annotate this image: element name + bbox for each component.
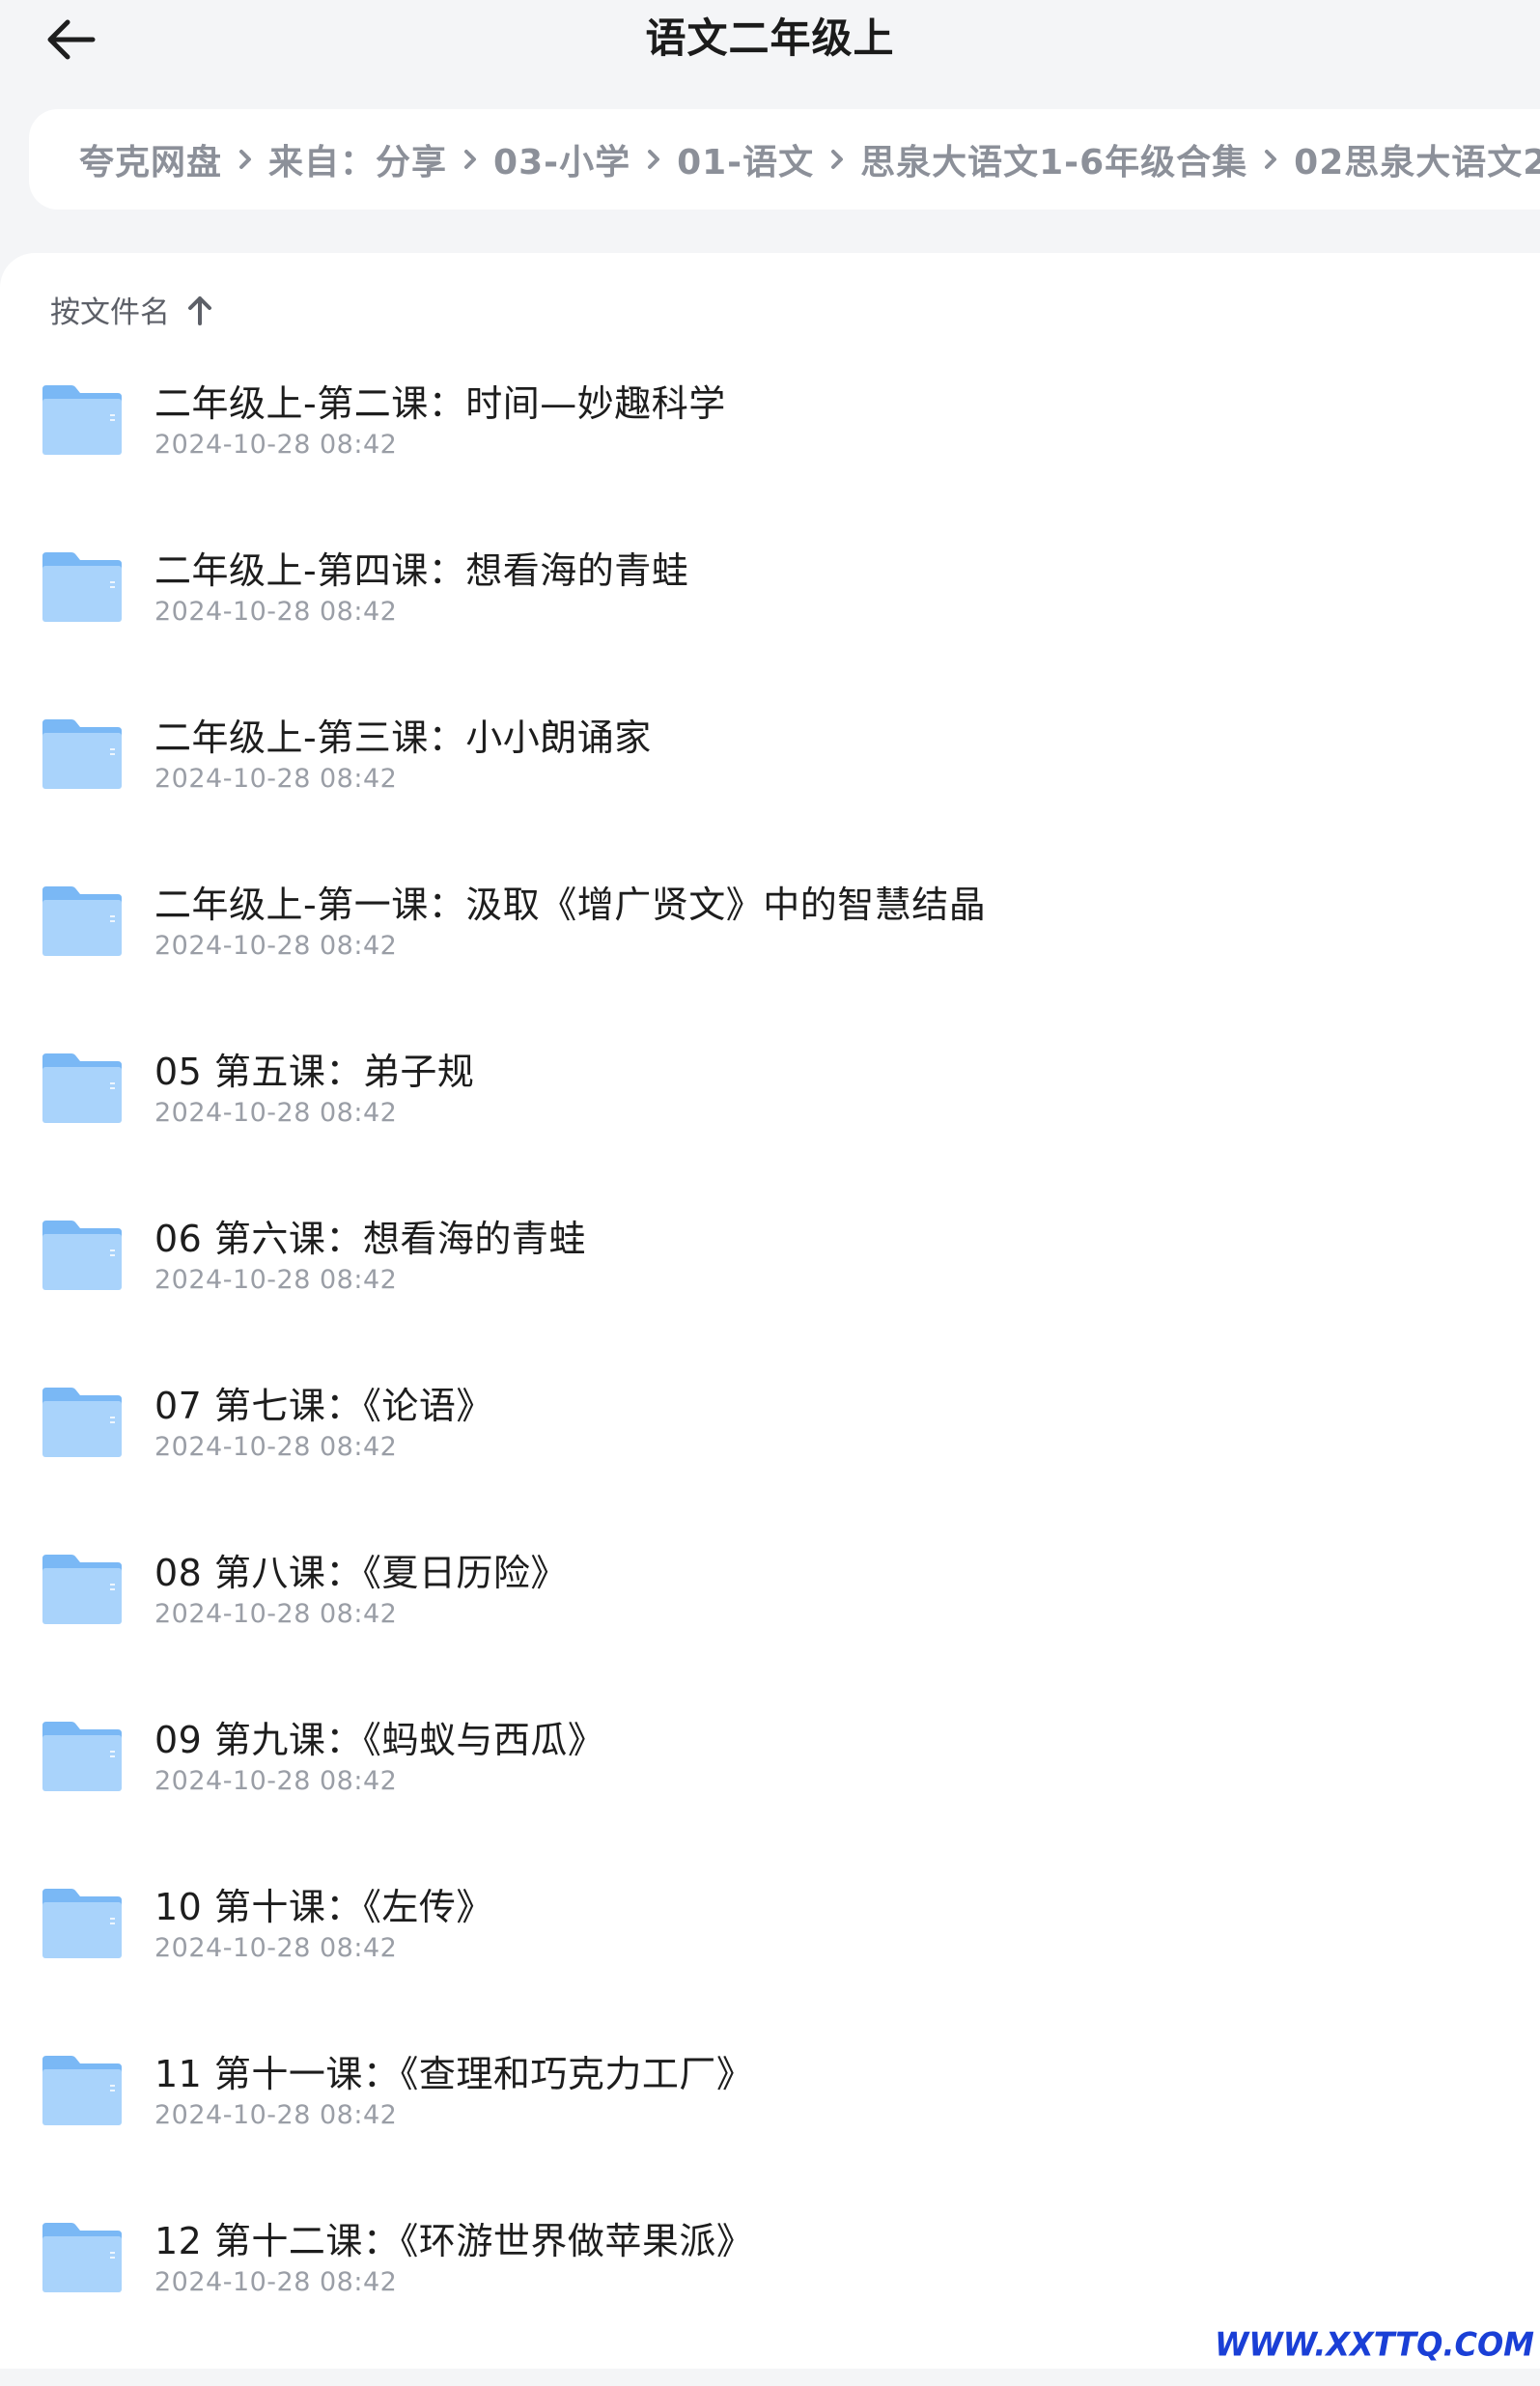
sort-by-name-button[interactable]: 按文件名 bbox=[50, 288, 214, 331]
file-date: 2024-10-28 08:42 bbox=[154, 1599, 398, 1629]
file-name: 12 第十二课：《环游世界做苹果派》 bbox=[154, 2220, 754, 2262]
sort-label: 按文件名 bbox=[50, 295, 170, 330]
file-name: 06 第六课：想看海的青蛙 bbox=[154, 1218, 586, 1260]
file-row[interactable]: 二年级上-第三课：小小朗诵家 2024-10-28 08:42 bbox=[0, 716, 1540, 883]
file-name: 二年级上-第一课：汲取《增广贤文》中的智慧结晶 bbox=[154, 884, 987, 926]
file-row[interactable]: 10 第十课：《左传》 2024-10-28 08:42 bbox=[0, 1885, 1540, 2052]
folder-icon bbox=[39, 2052, 126, 2129]
file-date: 2024-10-28 08:42 bbox=[154, 1933, 398, 1963]
file-row[interactable]: 二年级上-第二课：时间—妙趣科学 2024-10-28 08:42 bbox=[0, 381, 1540, 548]
file-date: 2024-10-28 08:42 bbox=[154, 430, 398, 460]
chevron-right-icon bbox=[457, 142, 484, 177]
folder-icon bbox=[39, 381, 126, 459]
folder-icon bbox=[39, 2219, 126, 2296]
breadcrumb-item-chinese[interactable]: 01-语文 bbox=[677, 134, 814, 184]
chevron-right-icon bbox=[232, 142, 259, 177]
folder-icon bbox=[39, 1217, 126, 1294]
chevron-right-icon bbox=[640, 142, 667, 177]
folder-icon bbox=[39, 1384, 126, 1461]
file-row[interactable]: 05 第五课：弟子规 2024-10-28 08:42 bbox=[0, 1050, 1540, 1217]
folder-icon bbox=[39, 548, 126, 626]
file-row[interactable]: 09 第九课：《蚂蚁与西瓜》 2024-10-28 08:42 bbox=[0, 1718, 1540, 1885]
file-name: 10 第十课：《左传》 bbox=[154, 1886, 493, 1928]
folder-icon bbox=[39, 1718, 126, 1795]
file-name: 二年级上-第四课：想看海的青蛙 bbox=[154, 549, 689, 592]
file-date: 2024-10-28 08:42 bbox=[154, 1766, 398, 1796]
file-list: 二年级上-第二课：时间—妙趣科学 2024-10-28 08:42 二年级上-第… bbox=[0, 381, 1540, 2386]
file-date: 2024-10-28 08:42 bbox=[154, 1098, 398, 1128]
breadcrumb-item-primary[interactable]: 03-小学 bbox=[493, 134, 630, 184]
file-date: 2024-10-28 08:42 bbox=[154, 764, 398, 794]
folder-icon bbox=[39, 883, 126, 960]
arrow-up-icon bbox=[185, 294, 214, 326]
file-row[interactable]: 11 第十一课：《查理和巧克力工厂》 2024-10-28 08:42 bbox=[0, 2052, 1540, 2219]
page-title: 语文二年级上 bbox=[645, 14, 895, 62]
breadcrumb-item-root[interactable]: 夸克网盘 bbox=[79, 134, 222, 184]
file-name: 二年级上-第二课：时间—妙趣科学 bbox=[154, 382, 726, 425]
file-row[interactable]: 08 第八课：《夏日历险》 2024-10-28 08:42 bbox=[0, 1551, 1540, 1718]
file-name: 08 第八课：《夏日历险》 bbox=[154, 1552, 568, 1594]
folder-icon bbox=[39, 716, 126, 793]
file-date: 2024-10-28 08:42 bbox=[154, 1432, 398, 1462]
file-list-card: 按文件名 二年级上-第二课：时间—妙趣科学 2024-10-28 08:42 二… bbox=[0, 253, 1540, 2369]
file-date: 2024-10-28 08:42 bbox=[154, 931, 398, 961]
file-date: 2024-10-28 08:42 bbox=[154, 1265, 398, 1295]
file-date: 2024-10-28 08:42 bbox=[154, 2100, 398, 2130]
folder-icon bbox=[39, 1551, 126, 1628]
breadcrumb-item-collection[interactable]: 思泉大语文1-6年级合集 bbox=[860, 134, 1247, 184]
file-name: 05 第五课：弟子规 bbox=[154, 1051, 475, 1093]
file-row[interactable]: 06 第六课：想看海的青蛙 2024-10-28 08:42 bbox=[0, 1217, 1540, 1384]
folder-icon bbox=[39, 1885, 126, 1962]
folder-icon bbox=[39, 1050, 126, 1127]
file-name: 二年级上-第三课：小小朗诵家 bbox=[154, 716, 652, 759]
file-row[interactable]: 07 第七课：《论语》 2024-10-28 08:42 bbox=[0, 1384, 1540, 1551]
file-row[interactable]: 二年级上-第一课：汲取《增广贤文》中的智慧结晶 2024-10-28 08:42 bbox=[0, 883, 1540, 1050]
chevron-right-icon bbox=[1257, 142, 1284, 177]
file-name: 07 第七课：《论语》 bbox=[154, 1385, 493, 1427]
breadcrumb-item-shared[interactable]: 来自：分享 bbox=[268, 134, 447, 184]
file-date: 2024-10-28 08:42 bbox=[154, 597, 398, 627]
top-bar: 语文二年级上 bbox=[0, 0, 1540, 97]
breadcrumb: 夸克网盘 来自：分享 03-小学 01-语文 思泉大语文1-6年级合集 02思泉… bbox=[29, 109, 1540, 210]
file-name: 11 第十一课：《查理和巧克力工厂》 bbox=[154, 2053, 754, 2095]
file-name: 09 第九课：《蚂蚁与西瓜》 bbox=[154, 1719, 605, 1761]
breadcrumb-item-grade2[interactable]: 02思泉大语文2年 bbox=[1294, 134, 1540, 184]
file-date: 2024-10-28 08:42 bbox=[154, 2267, 398, 2297]
file-row[interactable]: 二年级上-第四课：想看海的青蛙 2024-10-28 08:42 bbox=[0, 548, 1540, 716]
chevron-right-icon bbox=[824, 142, 851, 177]
watermark: WWW.XXTTQ.COM bbox=[1215, 2325, 1534, 2364]
